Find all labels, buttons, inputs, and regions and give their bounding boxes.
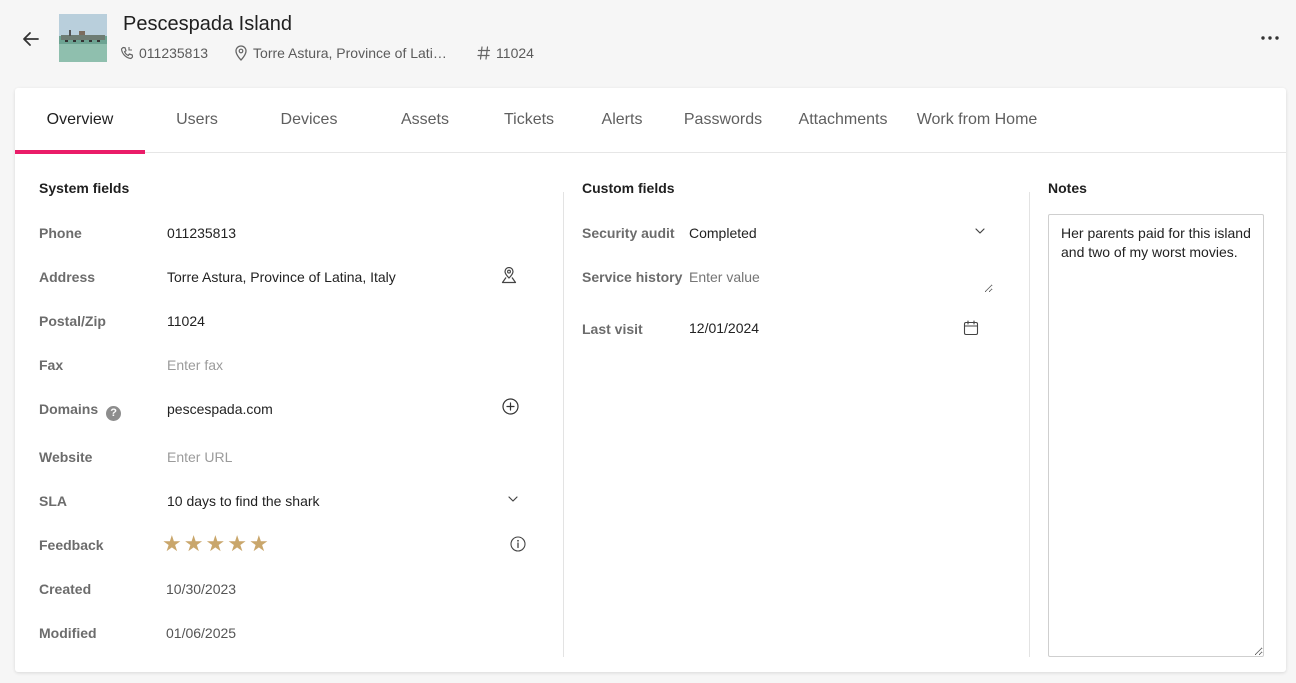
map-marker-icon <box>501 266 517 283</box>
notes-title: Notes <box>1048 180 1087 196</box>
star-icon[interactable]: ★ <box>227 533 247 555</box>
tab-tickets[interactable]: Tickets <box>498 88 560 153</box>
system-fields-title: System fields <box>39 180 130 196</box>
chevron-down-icon <box>975 228 985 234</box>
tab-overview[interactable]: Overview <box>15 88 145 154</box>
tab-passwords[interactable]: Passwords <box>681 88 765 153</box>
chevron-down-icon <box>508 496 518 502</box>
tab-attachments[interactable]: Attachments <box>795 88 891 153</box>
feedback-stars[interactable]: ★ ★ ★ ★ ★ <box>162 533 271 555</box>
page-title: Pescespada Island <box>123 13 293 35</box>
custom-fields-title: Custom fields <box>582 180 675 196</box>
meta-phone: 011235813 <box>120 45 208 61</box>
tab-devices[interactable]: Devices <box>273 88 345 153</box>
column-divider <box>1029 192 1030 657</box>
site-meta: 011235813 Torre Astura, Province of Lati… <box>120 45 560 61</box>
modified-value: 01/06/2025 <box>166 625 237 641</box>
security-audit-dropdown-toggle[interactable] <box>972 223 988 239</box>
phone-label: Phone <box>39 225 82 241</box>
feedback-label: Feedback <box>39 537 104 553</box>
star-icon[interactable]: ★ <box>162 533 182 555</box>
fax-input[interactable]: Enter fax <box>167 357 223 373</box>
meta-address: Torre Astura, Province of Latina, Italy <box>234 45 451 61</box>
help-icon[interactable]: ? <box>106 405 122 421</box>
meta-phone-text: 011235813 <box>139 45 209 61</box>
zip-value[interactable]: 11024 <box>167 313 205 329</box>
add-domain-button[interactable] <box>500 396 520 416</box>
zip-label: Postal/Zip <box>39 313 106 329</box>
sla-select[interactable]: 10 days to find the shark <box>167 493 320 509</box>
created-label: Created <box>39 581 92 597</box>
last-visit-input[interactable]: 12/01/2024 <box>689 320 759 336</box>
date-picker-button[interactable] <box>962 319 980 337</box>
created-value: 10/30/2023 <box>166 581 237 597</box>
calendar-icon <box>963 320 979 336</box>
arrow-left-icon <box>23 32 39 46</box>
star-icon[interactable]: ★ <box>249 533 269 555</box>
service-history-label: Service history <box>582 269 683 285</box>
back-button[interactable] <box>18 26 44 52</box>
security-audit-select[interactable]: Completed <box>689 225 757 241</box>
feedback-info-button[interactable] <box>509 535 526 552</box>
map-location-button[interactable] <box>499 265 519 285</box>
notes-textarea[interactable]: Her parents paid for this island and two… <box>1048 214 1264 657</box>
more-horizontal-icon <box>1261 36 1279 40</box>
address-label: Address <box>39 269 96 285</box>
service-history-input[interactable] <box>689 269 993 293</box>
meta-zip-text: 11024 <box>496 45 534 61</box>
tab-work-from-home[interactable]: Work from Home <box>914 88 1040 153</box>
tab-bar: Overview Users Devices Assets Tickets Al… <box>15 88 1286 154</box>
info-icon <box>509 535 526 552</box>
overview-card: Overview Users Devices Assets Tickets Al… <box>15 88 1286 672</box>
phone-icon <box>120 46 134 60</box>
sla-dropdown-toggle[interactable] <box>505 491 521 507</box>
website-input[interactable]: Enter URL <box>167 449 232 465</box>
sla-label: SLA <box>39 493 67 509</box>
security-audit-label: Security audit <box>582 225 675 241</box>
address-value[interactable]: Torre Astura, Province of Latina, Italy <box>167 269 396 285</box>
star-icon[interactable]: ★ <box>184 533 204 555</box>
column-divider <box>563 192 564 657</box>
domain-value[interactable]: pescespada.com <box>167 401 273 417</box>
site-thumbnail <box>59 14 107 62</box>
last-visit-label: Last visit <box>582 321 643 337</box>
domains-label: Domains? <box>39 401 122 421</box>
modified-label: Modified <box>39 625 97 641</box>
phone-value[interactable]: 011235813 <box>167 225 236 241</box>
tab-alerts[interactable]: Alerts <box>597 88 647 153</box>
website-label: Website <box>39 449 93 465</box>
domains-label-text: Domains <box>39 401 99 417</box>
more-options-button[interactable] <box>1258 28 1282 48</box>
meta-zip: 11024 <box>477 45 534 61</box>
fax-label: Fax <box>39 357 64 373</box>
map-pin-icon <box>235 45 247 61</box>
tab-assets[interactable]: Assets <box>395 88 455 153</box>
meta-address-text: Torre Astura, Province of Latina, Italy <box>253 45 452 61</box>
tab-users[interactable]: Users <box>165 88 229 153</box>
plus-circle-icon <box>501 397 519 415</box>
hash-icon <box>477 46 491 60</box>
star-icon[interactable]: ★ <box>205 533 225 555</box>
